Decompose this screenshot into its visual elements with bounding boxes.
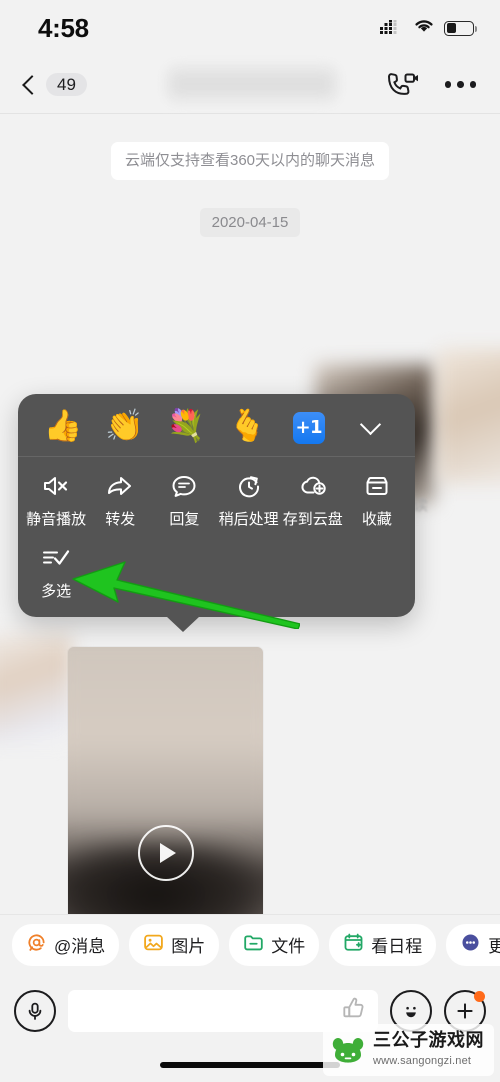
folder-icon: [243, 932, 264, 958]
watermark-text: 三公子游戏网 www.sangongzi.net: [373, 1031, 484, 1069]
favorite-folder-icon: [363, 471, 391, 501]
clock-later-icon: [235, 471, 263, 501]
unread-count-badge: 49: [46, 73, 87, 96]
photo-thumbnail[interactable]: [437, 349, 500, 484]
chat-screen: 4:58 49 云端仅支持查看360天以内的聊天消息 2020-04-15 读 …: [0, 0, 500, 1082]
calendar-add-icon: [343, 932, 364, 958]
wifi-icon: [413, 18, 435, 39]
reply-bubble-icon: [170, 471, 198, 501]
menu-item-handle-later[interactable]: 稍后处理: [216, 471, 280, 529]
context-menu-actions: 静音播放 转发 回复 稍后处理 存到云盘 收藏 多选: [18, 457, 415, 617]
microphone-icon[interactable]: [14, 990, 56, 1032]
menu-item-favorite[interactable]: 收藏: [345, 471, 409, 529]
menu-item-label: 回复: [169, 511, 200, 528]
more-circle-icon: [460, 932, 481, 958]
cloud-plus-icon: [298, 471, 328, 501]
chip-label: 看日程: [371, 937, 423, 956]
chevron-left-icon: [18, 74, 40, 96]
menu-item-reply[interactable]: 回复: [152, 471, 216, 529]
chip-photo[interactable]: 图片: [129, 923, 220, 966]
menu-item-label: 转发: [105, 511, 136, 528]
chip-at-message[interactable]: @消息: [12, 923, 120, 966]
menu-item-label: 静音播放: [26, 511, 87, 528]
heart-hands-emoji[interactable]: 🫰: [217, 410, 279, 442]
photo-thumbnail[interactable]: [0, 634, 72, 744]
nav-bar: 49: [0, 56, 500, 114]
mute-speaker-icon: [41, 471, 71, 501]
plus-one-reaction[interactable]: +1: [278, 408, 340, 444]
chip-calendar[interactable]: 看日程: [329, 923, 437, 966]
panda-logo-icon: [331, 1035, 365, 1065]
status-indicators: [380, 18, 477, 39]
multi-select-icon: [40, 543, 72, 573]
at-mention-icon: [26, 932, 47, 958]
menu-item-label: 存到云盘: [282, 511, 343, 528]
back-button[interactable]: 49: [18, 73, 87, 96]
menu-item-label: 稍后处理: [218, 511, 279, 528]
read-receipt: 读: [413, 497, 429, 514]
chip-more[interactable]: 更多: [446, 923, 500, 966]
watermark: 三公子游戏网 www.sangongzi.net: [323, 1024, 494, 1076]
thumbs-up-emoji[interactable]: 👍: [32, 410, 94, 442]
expand-reactions-button[interactable]: [340, 411, 402, 442]
video-call-icon[interactable]: [385, 72, 419, 98]
signal-bars-icon: [380, 20, 404, 36]
thumbs-up-outline-icon[interactable]: [340, 995, 368, 1028]
video-message-bubble[interactable]: 3.3 MB 0:10: [68, 647, 263, 914]
chip-label: @消息: [54, 937, 106, 956]
home-indicator: [160, 1062, 340, 1068]
forward-arrow-icon: [105, 471, 135, 501]
menu-item-multi-select[interactable]: 多选: [24, 543, 88, 601]
chip-label: 更多: [488, 932, 500, 957]
chevron-down-icon: [359, 414, 381, 436]
quick-action-bar: @消息 图片 文件 看日程: [0, 914, 500, 974]
chip-label: 文件: [271, 937, 306, 956]
status-time: 4:58: [38, 12, 89, 43]
message-context-menu: 👍 👏 💐 🫰 +1 静音播放 转发 回复 稍后处理 存到云盘 收藏 多选: [18, 394, 415, 632]
play-icon[interactable]: [137, 825, 194, 881]
system-notice: 云端仅支持查看360天以内的聊天消息: [110, 142, 390, 180]
flower-hand-emoji[interactable]: 💐: [155, 410, 217, 442]
watermark-title: 三公子游戏网: [373, 1030, 484, 1050]
reaction-row: 👍 👏 💐 🫰 +1: [18, 394, 415, 457]
chip-label: 图片: [171, 937, 206, 956]
battery-icon: [444, 20, 477, 36]
plus-one-badge: +1: [292, 412, 325, 444]
nav-actions: [385, 72, 476, 98]
more-dots-icon[interactable]: [444, 81, 476, 88]
menu-item-forward[interactable]: 转发: [88, 471, 152, 529]
menu-item-label: 多选: [41, 583, 72, 600]
menu-item-label: 收藏: [361, 511, 392, 528]
watermark-url: www.sangongzi.net: [373, 1055, 472, 1067]
chip-file[interactable]: 文件: [229, 923, 320, 966]
date-divider: 2020-04-15: [199, 208, 301, 237]
status-bar: 4:58: [0, 0, 500, 56]
plus-badge-dot: [474, 991, 485, 1002]
message-list[interactable]: 云端仅支持查看360天以内的聊天消息 2020-04-15 读 3.3 MB 0…: [0, 114, 500, 914]
menu-item-save-to-cloud[interactable]: 存到云盘: [281, 471, 345, 529]
conversation-title: [168, 66, 336, 102]
photo-icon: [143, 932, 164, 958]
menu-item-mute-play[interactable]: 静音播放: [24, 471, 88, 529]
clapping-hands-emoji[interactable]: 👏: [94, 410, 156, 442]
